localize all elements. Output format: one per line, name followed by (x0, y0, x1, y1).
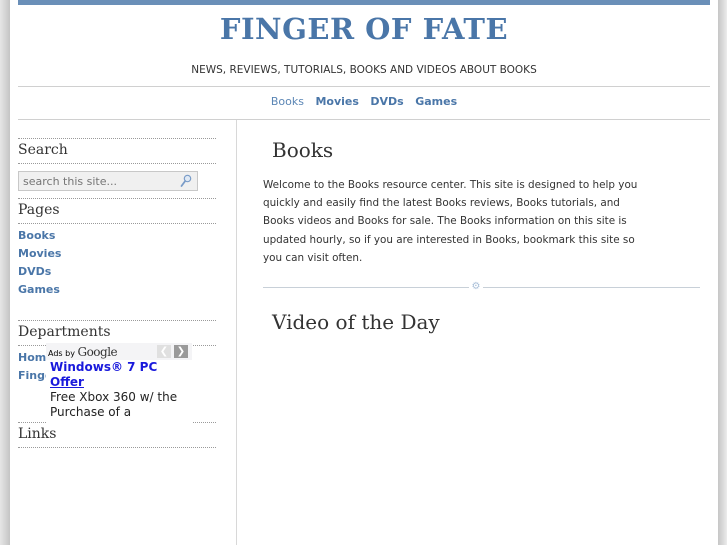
ad-text: Free Xbox 360 w/ the Purchase of a (46, 390, 192, 420)
page-heading: Books (272, 138, 334, 162)
departments-heading: Departments (18, 324, 111, 340)
sidebar-page-movies[interactable]: Movies (18, 245, 216, 263)
page-container: FINGER OF FATE NEWS, REVIEWS, TUTORIALS,… (10, 0, 718, 545)
google-ad-unit: Ads by Google ❮ ❯ Windows® 7 PC Offer Fr… (46, 343, 192, 425)
search-heading: Search (18, 142, 68, 158)
page-left-border (0, 0, 10, 545)
search-field[interactable] (18, 171, 198, 191)
top-accent-bar (18, 0, 710, 5)
sidebar-page-games[interactable]: Games (18, 281, 216, 299)
sidebar-page-books[interactable]: Books (18, 227, 216, 245)
gear-ornament-icon: ⚙ (469, 281, 483, 293)
pages-heading: Pages (18, 202, 60, 218)
ad-header: Ads by Google ❮ ❯ (46, 343, 192, 360)
header-divider (18, 86, 710, 87)
chevron-left-icon[interactable]: ❮ (157, 345, 171, 358)
intro-paragraph: Welcome to the Books resource center. Th… (263, 179, 638, 264)
search-input[interactable] (23, 172, 173, 190)
ads-by-text: Ads by (48, 349, 75, 358)
section-divider: ⚙ (263, 281, 700, 293)
ad-title-link[interactable]: Windows® 7 PC Offer (46, 360, 192, 390)
ads-by-google-label[interactable]: Ads by Google (48, 345, 118, 359)
nav-item-games[interactable]: Games (415, 95, 457, 108)
sidebar-page-dvds[interactable]: DVDs (18, 263, 216, 281)
ad-title-line1: Windows® 7 PC (50, 360, 158, 374)
site-tagline: NEWS, REVIEWS, TUTORIALS, BOOKS AND VIDE… (191, 64, 537, 76)
site-title[interactable]: FINGER OF FATE (10, 12, 718, 46)
ad-title-line2: Offer (50, 375, 84, 389)
page-right-border (718, 0, 727, 545)
nav-item-movies[interactable]: Movies (315, 95, 358, 108)
nav-item-books[interactable]: Books (271, 95, 304, 108)
ad-text-line1: Free Xbox 360 w/ the (50, 390, 178, 404)
search-icon[interactable] (180, 174, 192, 188)
chevron-right-icon[interactable]: ❯ (174, 345, 188, 358)
top-nav: Books Movies DVDs Games (10, 95, 718, 108)
column-divider (236, 120, 237, 545)
video-heading: Video of the Day (272, 310, 440, 334)
dotted-divider (18, 447, 216, 448)
nav-item-dvds[interactable]: DVDs (370, 95, 403, 108)
ad-text-line2: Purchase of a (50, 405, 132, 419)
google-logo: Google (77, 345, 118, 359)
links-heading: Links (18, 426, 57, 442)
